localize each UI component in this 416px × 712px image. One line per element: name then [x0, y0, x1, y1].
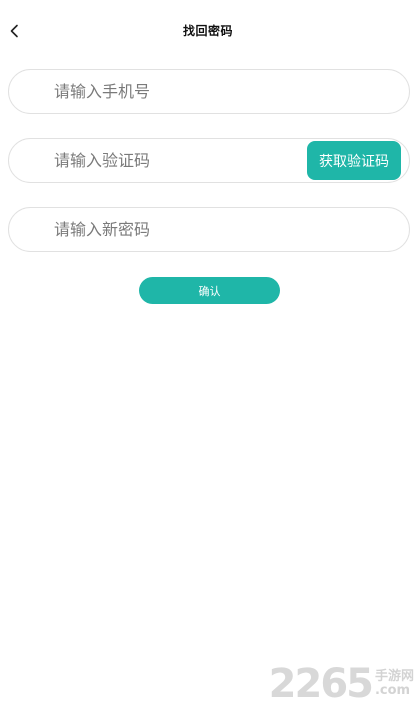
page-title: 找回密码: [182, 24, 233, 38]
new-password-field: [8, 207, 410, 252]
watermark-site-suffix: .com: [374, 683, 411, 698]
nav-bar: 找回密码: [0, 0, 416, 62]
phone-input[interactable]: [54, 70, 394, 113]
phone-field: [8, 69, 410, 114]
watermark-site-cn: 手游网: [374, 668, 414, 684]
verification-code-field: 获取验证码: [8, 138, 410, 183]
confirm-button[interactable]: 确认: [139, 277, 280, 304]
get-code-button[interactable]: 获取验证码: [307, 141, 401, 180]
site-watermark: 2265 手游网 .com: [269, 662, 414, 706]
watermark-number: 2265: [268, 661, 374, 707]
verification-code-input[interactable]: [54, 139, 294, 182]
watermark-text: 手游网 .com: [374, 668, 414, 699]
new-password-input[interactable]: [54, 208, 394, 251]
